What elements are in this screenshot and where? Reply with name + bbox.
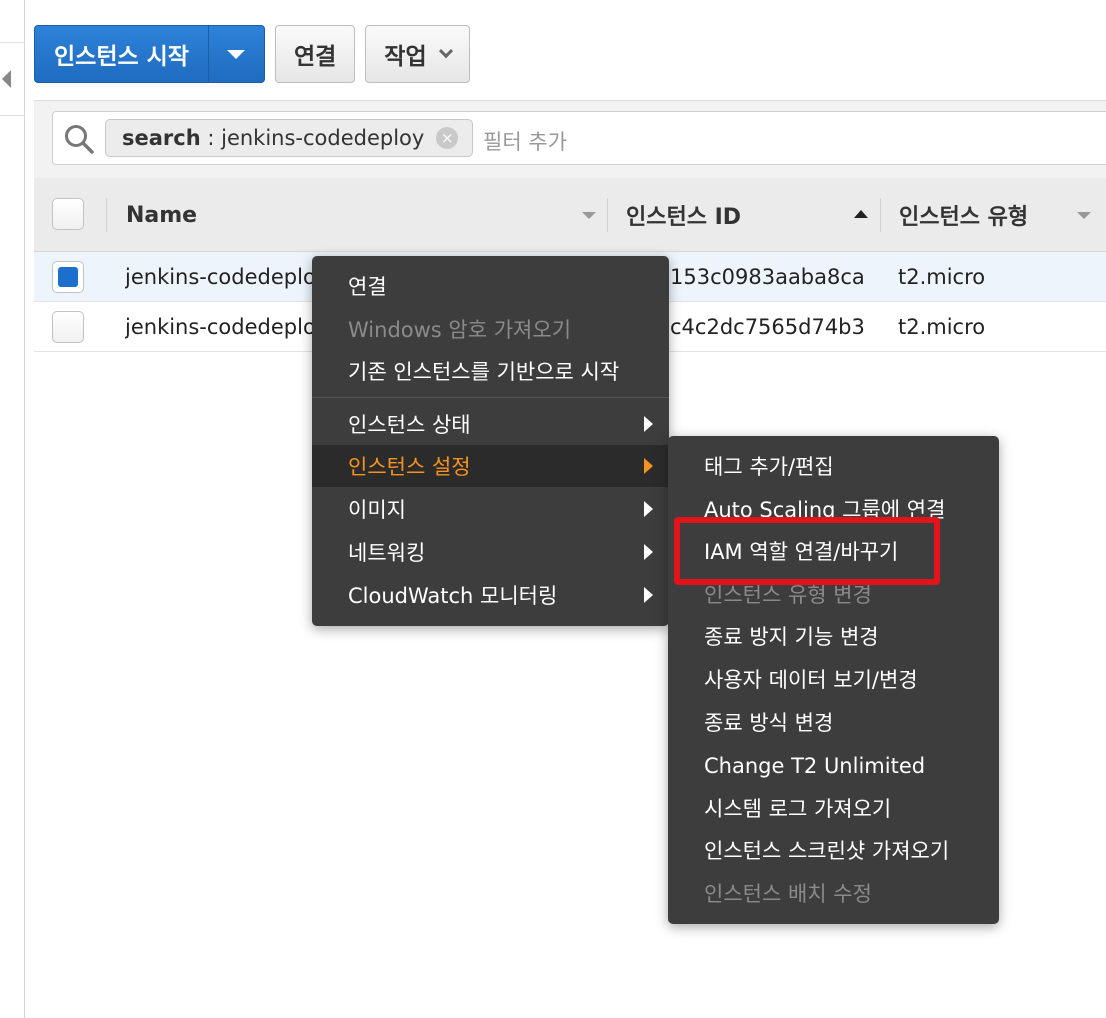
filter-placeholder[interactable]: 필터 추가 — [483, 126, 567, 156]
sort-icon[interactable] — [1077, 212, 1091, 219]
remove-filter-icon[interactable]: × — [436, 127, 459, 149]
menu-divider — [312, 397, 669, 398]
menu-item-networking[interactable]: 네트워킹 — [312, 531, 669, 573]
collapse-panel-icon[interactable] — [2, 70, 11, 88]
menu-item-label: 이미지 — [348, 498, 406, 522]
submenu-item-add-edit-tags[interactable]: 태그 추가/편집 — [668, 445, 999, 487]
token-separator: : — [200, 126, 222, 150]
caret-down-icon — [227, 49, 246, 59]
submenu-arrow-icon — [644, 544, 653, 560]
column-header-instance-id[interactable]: 인스턴스 ID — [626, 178, 741, 252]
actions-button[interactable]: 작업 — [365, 25, 470, 83]
search-filter-token: search : jenkins-codedeploy × — [105, 119, 474, 157]
submenu-item-modify-instance-placement: 인스턴스 배치 수정 — [704, 882, 872, 906]
left-side-panel — [0, 0, 25, 1018]
submenu-arrow-icon — [644, 416, 653, 432]
sort-icon[interactable] — [582, 212, 596, 219]
search-input[interactable]: search : jenkins-codedeploy × 필터 추가 — [52, 111, 1106, 165]
launch-instance-button-group: 인스턴스 시작 — [34, 25, 265, 83]
menu-item-image[interactable]: 이미지 — [312, 488, 669, 530]
search-icon — [65, 125, 94, 154]
submenu-item-change-shutdown-behavior[interactable]: 종료 방식 변경 — [668, 701, 999, 743]
row-checkbox[interactable] — [52, 261, 84, 293]
launch-dropdown-button[interactable] — [207, 26, 264, 82]
instance-type: t2.micro — [898, 315, 986, 339]
menu-item-instance-state[interactable]: 인스턴스 상태 — [312, 403, 669, 445]
chevron-down-icon — [438, 44, 453, 59]
filter-bar: search : jenkins-codedeploy × 필터 추가 — [34, 100, 1106, 178]
instance-name: jenkins-codedeplo — [125, 265, 316, 289]
connect-button[interactable]: 연결 — [274, 25, 356, 83]
menu-item-launch-more-like-this[interactable]: 기존 인스턴스를 기반으로 시작 — [312, 350, 669, 392]
sort-ascending-icon[interactable] — [854, 210, 868, 218]
select-all-checkbox[interactable] — [52, 198, 84, 230]
submenu-arrow-icon — [644, 501, 653, 517]
row-checkbox[interactable] — [52, 311, 84, 343]
instance-name: jenkins-codedeplo — [125, 315, 316, 339]
panel-divider — [0, 42, 25, 43]
menu-item-label: 인스턴스 설정 — [348, 455, 471, 479]
instance-id: c4c2dc7565d74b3 — [670, 315, 865, 339]
instance-id: 153c0983aaba8ca — [670, 265, 865, 289]
submenu-item-change-t2-unlimited[interactable]: Change T2 Unlimited — [668, 745, 999, 787]
launch-instance-button[interactable]: 인스턴스 시작 — [35, 26, 208, 82]
menu-item-label: CloudWatch 모니터링 — [348, 584, 558, 608]
menu-item-label: 인스턴스 상태 — [348, 413, 471, 437]
column-header-name[interactable]: Name — [126, 178, 197, 252]
submenu-item-view-change-user-data[interactable]: 사용자 데이터 보기/변경 — [668, 658, 999, 700]
token-key: search — [122, 126, 201, 150]
menu-item-cloudwatch-monitoring[interactable]: CloudWatch 모니터링 — [312, 574, 669, 616]
submenu-item-get-system-log[interactable]: 시스템 로그 가져오기 — [668, 787, 999, 829]
submenu-item-get-instance-screenshot[interactable]: 인스턴스 스크린샷 가져오기 — [668, 829, 999, 871]
menu-item-get-windows-password: Windows 암호 가져오기 — [348, 318, 572, 342]
table-header: Name 인스턴스 ID 인스턴스 유형 — [34, 178, 1106, 252]
menu-item-connect[interactable]: 연결 — [312, 265, 669, 307]
actions-label: 작업 — [384, 44, 427, 70]
instance-settings-submenu: 태그 추가/편집 Auto Scaling 그룹에 연결 IAM 역할 연결/바… — [668, 436, 999, 924]
instance-type: t2.micro — [898, 265, 986, 289]
submenu-arrow-icon — [644, 587, 653, 603]
submenu-item-change-termination-protection[interactable]: 종료 방지 기능 변경 — [668, 615, 999, 657]
annotation-highlight-box — [674, 517, 940, 585]
column-header-instance-type[interactable]: 인스턴스 유형 — [899, 178, 1028, 252]
menu-item-label: 네트워킹 — [348, 541, 426, 565]
menu-item-instance-settings[interactable]: 인스턴스 설정 — [312, 445, 669, 487]
context-menu: 연결 Windows 암호 가져오기 기존 인스턴스를 기반으로 시작 인스턴스… — [312, 256, 669, 626]
panel-divider — [0, 115, 25, 116]
toolbar: 인스턴스 시작 연결 작업 — [34, 25, 470, 83]
submenu-arrow-icon — [644, 458, 653, 474]
token-value: jenkins-codedeploy — [221, 126, 425, 150]
